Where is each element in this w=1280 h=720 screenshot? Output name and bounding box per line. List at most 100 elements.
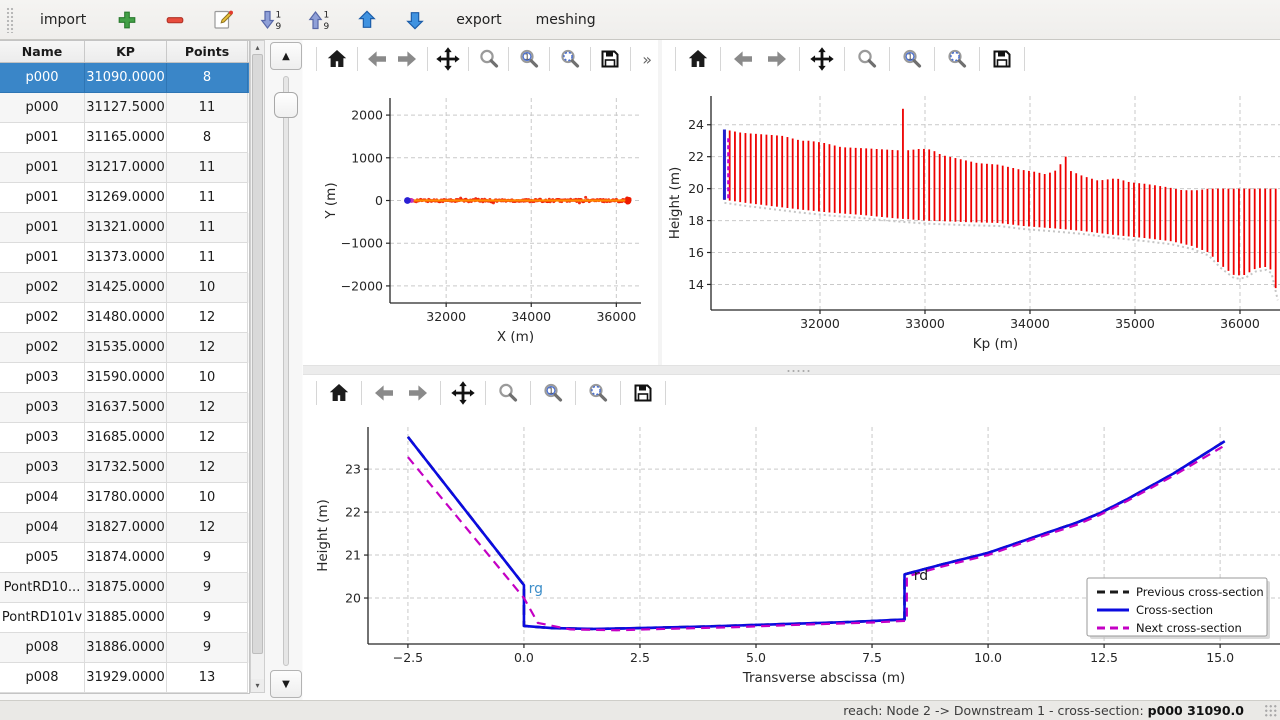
table-row[interactable]: PontRD10...31875.00009: [0, 573, 249, 603]
horizontal-splitter[interactable]: [303, 365, 1280, 375]
home-button[interactable]: [681, 44, 715, 74]
status-bar: reach: Node 2 -> Downstream 1 - cross-se…: [0, 700, 1280, 720]
zoom-one-button[interactable]: 1: [895, 44, 929, 74]
table-row[interactable]: p00431780.000010: [0, 483, 249, 513]
back-button[interactable]: [367, 378, 401, 408]
main-toolbar: import 19 19 export meshing: [0, 0, 1280, 40]
pan-icon: [450, 380, 476, 406]
toolbar-separator: [889, 47, 890, 71]
zoom-button[interactable]: [850, 44, 884, 74]
zoom-one-button[interactable]: 1: [514, 44, 544, 74]
column-header-name[interactable]: Name: [0, 41, 85, 62]
table-row[interactable]: p00831929.000013: [0, 663, 249, 693]
toolbar-separator: [575, 381, 576, 405]
slider-handle[interactable]: [274, 92, 298, 118]
cell-kp: 31321.0000: [85, 213, 167, 243]
cell-points: 9: [167, 633, 248, 663]
table-row[interactable]: p00031090.00008: [0, 63, 249, 93]
table-row[interactable]: p00131165.00008: [0, 123, 249, 153]
zoom-fit-button[interactable]: [940, 44, 974, 74]
profile-toolbar: 1: [662, 40, 1280, 78]
table-row[interactable]: p00131321.000011: [0, 213, 249, 243]
toolbar-separator: [979, 47, 980, 71]
slider-groove[interactable]: [283, 76, 289, 666]
pan-button[interactable]: [805, 44, 839, 74]
svg-text:18: 18: [688, 213, 704, 228]
slider-up-button[interactable]: ▲: [270, 42, 302, 70]
table-row[interactable]: p00831886.00009: [0, 633, 249, 663]
slider-down-button[interactable]: ▼: [270, 670, 302, 698]
svg-text:20: 20: [688, 181, 704, 196]
svg-text:X (m): X (m): [497, 329, 534, 345]
move-up-icon: [356, 9, 378, 31]
toolbar-drag-handle[interactable]: [6, 7, 14, 33]
toolbar-overflow-chevron[interactable]: »: [636, 50, 658, 69]
table-row[interactable]: p00131269.000011: [0, 183, 249, 213]
edit-cross-section-button[interactable]: [206, 4, 240, 36]
forward-icon: [395, 47, 419, 71]
sort-descending-button[interactable]: 19: [254, 4, 288, 36]
table-row[interactable]: p00131217.000011: [0, 153, 249, 183]
plan-view-chart[interactable]: 320003400036000−2000−1000010002000X (m)Y…: [303, 78, 658, 365]
svg-text:16: 16: [688, 245, 704, 260]
zoom-one-button[interactable]: 1: [536, 378, 570, 408]
export-button[interactable]: export: [446, 6, 511, 34]
splitter-grip[interactable]: [786, 369, 810, 373]
svg-text:rg: rg: [529, 581, 543, 597]
cross-section-chart[interactable]: −2.50.02.55.07.510.012.515.020212223Tran…: [303, 411, 1280, 700]
move-down-button[interactable]: [398, 4, 432, 36]
table-row[interactable]: p00431827.000012: [0, 513, 249, 543]
table-row[interactable]: p00331637.500012: [0, 393, 249, 423]
save-button[interactable]: [985, 44, 1019, 74]
save-icon: [990, 47, 1014, 71]
cross-section-list-panel: Name KP Points p00031090.00008p00031127.…: [0, 40, 302, 700]
scrollbar-thumb[interactable]: [252, 54, 263, 654]
window-resize-grip[interactable]: [1264, 704, 1277, 717]
table-row[interactable]: p00531874.00009: [0, 543, 249, 573]
column-header-kp[interactable]: KP: [85, 41, 167, 62]
cell-kp: 31165.0000: [85, 123, 167, 153]
scroll-down-icon[interactable]: ▾: [251, 679, 264, 692]
home-icon: [327, 381, 351, 405]
table-row[interactable]: p00231535.000012: [0, 333, 249, 363]
home-button[interactable]: [322, 44, 352, 74]
save-button[interactable]: [626, 378, 660, 408]
add-cross-section-button[interactable]: [110, 4, 144, 36]
forward-button[interactable]: [760, 44, 794, 74]
zoom-fit-button[interactable]: [581, 378, 615, 408]
import-button[interactable]: import: [30, 6, 96, 34]
remove-cross-section-button[interactable]: [158, 4, 192, 36]
svg-text:1: 1: [907, 52, 912, 61]
forward-button[interactable]: [392, 44, 422, 74]
table-row[interactable]: p00331685.000012: [0, 423, 249, 453]
sort-ascending-button[interactable]: 19: [302, 4, 336, 36]
pan-button[interactable]: [433, 44, 463, 74]
scroll-up-icon[interactable]: ▴: [251, 41, 264, 54]
table-scrollbar[interactable]: ▴ ▾: [250, 40, 265, 693]
move-up-button[interactable]: [350, 4, 384, 36]
table-row[interactable]: p00031127.500011: [0, 93, 249, 123]
longitudinal-profile-panel: 1 3200033000340003500036000141618202224K…: [662, 40, 1280, 365]
column-header-points[interactable]: Points: [167, 41, 248, 62]
meshing-button[interactable]: meshing: [526, 6, 606, 34]
table-row[interactable]: p00131373.000011: [0, 243, 249, 273]
zoom-fit-button[interactable]: [555, 44, 585, 74]
zoom-one-icon: 1: [517, 47, 541, 71]
back-button[interactable]: [726, 44, 760, 74]
svg-text:12.5: 12.5: [1090, 650, 1118, 665]
table-row[interactable]: p00231480.000012: [0, 303, 249, 333]
pan-button[interactable]: [446, 378, 480, 408]
back-button[interactable]: [363, 44, 393, 74]
svg-text:9: 9: [324, 22, 330, 32]
sort-down-1-9-icon: 19: [259, 8, 283, 32]
table-row[interactable]: p00331590.000010: [0, 363, 249, 393]
home-button[interactable]: [322, 378, 356, 408]
zoom-button[interactable]: [474, 44, 504, 74]
table-row[interactable]: PontRD101v31885.00009: [0, 603, 249, 633]
forward-button[interactable]: [401, 378, 435, 408]
save-button[interactable]: [596, 44, 626, 74]
longitudinal-profile-chart[interactable]: 3200033000340003500036000141618202224Kp …: [662, 78, 1280, 365]
table-row[interactable]: p00231425.000010: [0, 273, 249, 303]
zoom-button[interactable]: [491, 378, 525, 408]
table-row[interactable]: p00331732.500012: [0, 453, 249, 483]
